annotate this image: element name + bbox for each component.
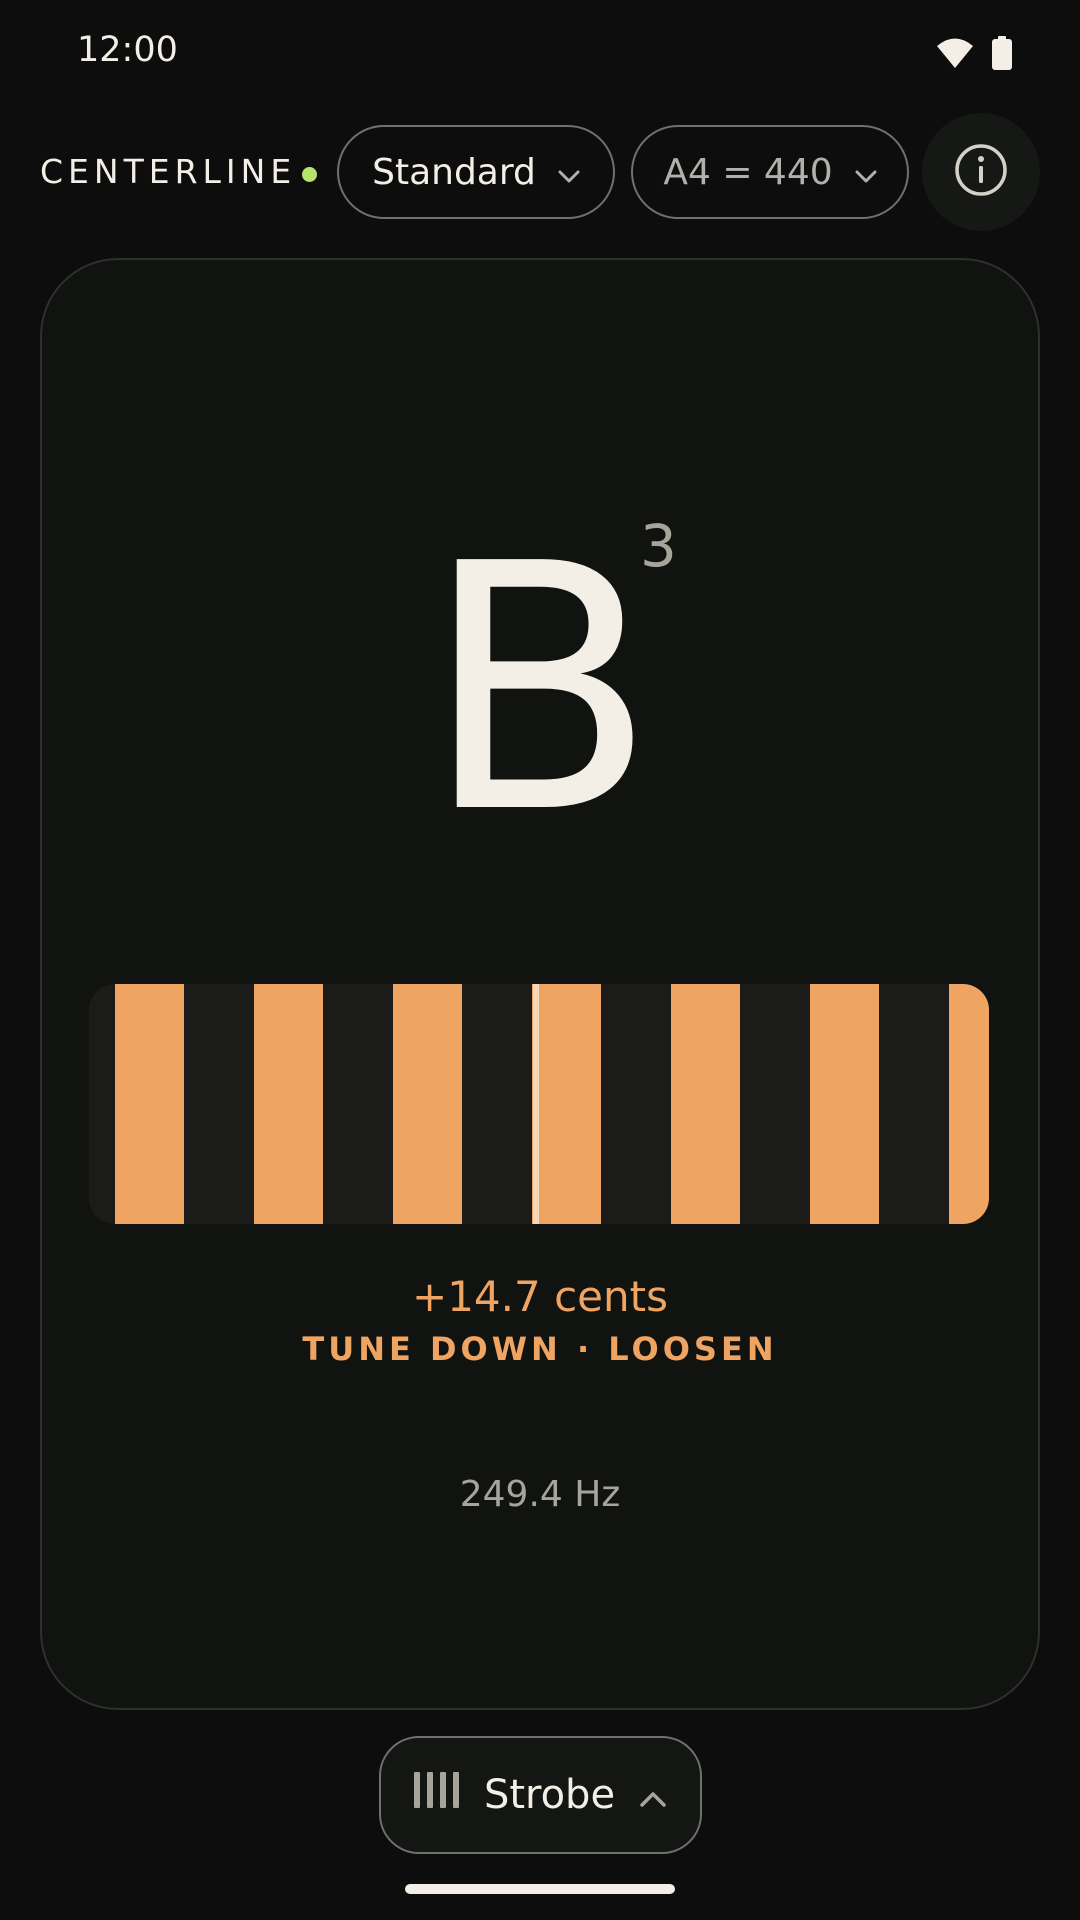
strobe-stripe xyxy=(949,984,989,1224)
strobe-stripe xyxy=(810,984,879,1224)
reference-pitch-dropdown[interactable]: A4 = 440 xyxy=(631,125,909,219)
strobe-stripe xyxy=(671,984,740,1224)
chevron-down-icon xyxy=(558,152,580,193)
tuning-dropdown[interactable]: Standard xyxy=(337,125,615,219)
status-indicator-dot xyxy=(302,167,317,182)
mode-label: Strobe xyxy=(483,1772,616,1818)
strobe-stripe xyxy=(393,984,462,1224)
cents-deviation: +14.7 cents xyxy=(412,1272,668,1321)
note-octave: 3 xyxy=(640,512,677,580)
status-icons xyxy=(936,36,1012,74)
home-indicator[interactable] xyxy=(405,1884,675,1894)
info-icon xyxy=(954,143,1008,201)
strobe-stripe xyxy=(532,984,601,1224)
battery-icon xyxy=(992,36,1012,74)
detected-frequency: 249.4 Hz xyxy=(459,1474,621,1515)
tuning-label: Standard xyxy=(372,151,536,193)
tuning-advice: TUNE DOWN · LOOSEN xyxy=(302,1330,778,1368)
app-title: CENTERLINE xyxy=(40,152,297,191)
note-name: B xyxy=(423,492,657,888)
info-button[interactable] xyxy=(922,113,1040,231)
strobe-stripe xyxy=(115,984,184,1224)
strobe-display xyxy=(89,984,989,1224)
strobe-center-line xyxy=(533,984,539,1224)
tuner-screen: 12:00 CENTERLINE Standard A4 = 440 B 3 +… xyxy=(0,0,1080,1920)
mode-selector-button[interactable]: Strobe xyxy=(379,1736,702,1854)
strobe-bars-icon xyxy=(413,1772,460,1818)
reference-pitch-label: A4 = 440 xyxy=(663,151,833,193)
wifi-icon xyxy=(936,37,974,73)
strobe-stripe xyxy=(254,984,323,1224)
strobe-stripes xyxy=(115,984,989,1224)
status-time: 12:00 xyxy=(77,30,178,70)
chevron-up-icon xyxy=(639,1772,667,1818)
chevron-down-icon xyxy=(855,152,877,193)
